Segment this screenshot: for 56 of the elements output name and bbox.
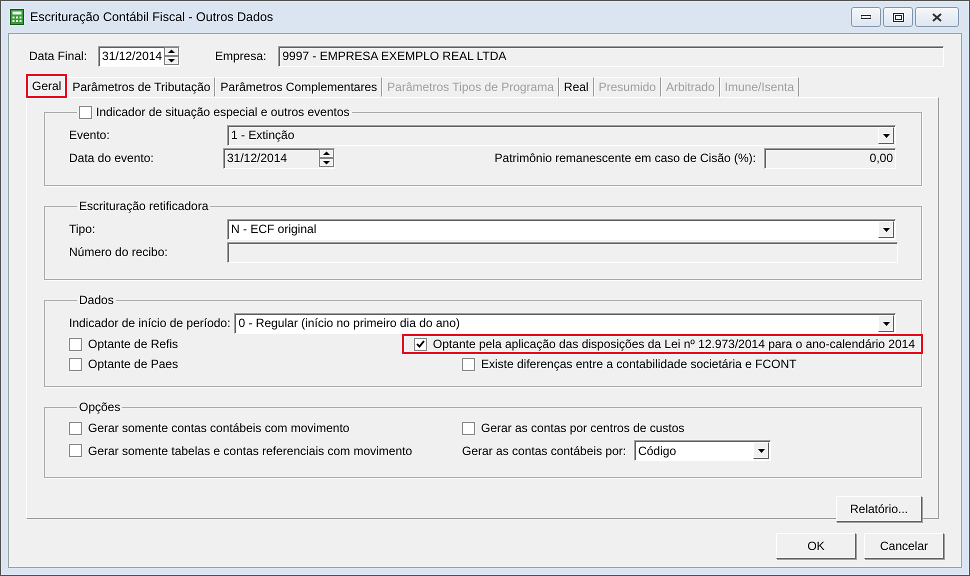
checkbox[interactable] — [69, 338, 82, 351]
dropdown-button[interactable] — [753, 442, 770, 460]
group-title: Indicador de situação especial e outros eventos — [96, 105, 350, 119]
group-title: Escrituração retificadora — [79, 199, 208, 213]
field-label: Empresa: — [214, 48, 266, 64]
group-title: Opções — [79, 400, 120, 414]
field-label: Indicador de início de período: — [69, 316, 230, 331]
ok-button[interactable]: OK — [776, 533, 856, 559]
spin-buttons[interactable] — [164, 46, 179, 66]
field-label: Gerar as contas contábeis por: — [462, 444, 626, 458]
field-label: Tipo: — [69, 222, 96, 237]
caret-icon — [882, 322, 890, 326]
field-label: Data Final: — [29, 48, 88, 64]
maximize-button[interactable] — [883, 7, 913, 27]
dropdown-field[interactable]: Código — [634, 440, 772, 462]
field-label: Data do evento: — [69, 151, 155, 166]
checkbox-label: Existe diferenças entre a contabilidade societária e FCONT — [481, 357, 796, 372]
tab[interactable]: Parâmetros de Tributação — [67, 77, 216, 97]
caret-icon — [882, 228, 890, 232]
maximize-icon — [892, 12, 904, 22]
field-label: Patrimônio remanescente em caso de Cisão (%): — [494, 151, 756, 166]
report-button[interactable]: Relatório... — [836, 496, 922, 522]
caret-icon — [758, 448, 765, 453]
dropdown-button[interactable] — [878, 221, 894, 238]
close-icon — [932, 12, 942, 22]
dropdown-field[interactable]: 0 - Regular (início no primeiro dia do ano) — [234, 313, 896, 334]
dropdown-field[interactable]: N - ECF original — [227, 219, 896, 240]
field-label: Evento: — [69, 128, 111, 143]
checkbox[interactable] — [69, 444, 82, 458]
tab[interactable]: Real — [558, 77, 594, 97]
checkbox-label: Gerar as contas por centros de custos — [481, 421, 684, 436]
group-title: Dados — [79, 293, 114, 307]
calculator-icon — [10, 9, 24, 25]
checkbox[interactable] — [69, 422, 82, 435]
minimize-button[interactable] — [851, 7, 881, 27]
checkbox-label: Optante de Paes — [88, 357, 178, 372]
checkbox-label: Gerar somente tabelas e contas referenciais com movimento — [88, 444, 412, 458]
checkbox-label: Gerar somente contas contábeis com movimento — [88, 421, 350, 436]
checkbox[interactable] — [69, 358, 82, 371]
checkbox[interactable] — [462, 422, 475, 435]
checkbox[interactable] — [79, 106, 92, 118]
dropdown-button[interactable] — [878, 315, 894, 332]
checkbox-label: Optante pela aplicação das disposições da Lei nº 12.973/2014 para o ano-calendário 2014 — [432, 337, 915, 352]
window-title: Escrituração Contábil Fiscal - Outros Dados — [30, 10, 274, 24]
date-spin-field[interactable]: 31/12/2014 — [98, 46, 180, 66]
caret-icon — [882, 134, 890, 138]
minimize-icon — [861, 15, 871, 19]
checkbox-label: Optante de Refis — [88, 337, 178, 352]
cancel-button[interactable]: Cancelar — [864, 533, 944, 559]
close-button[interactable] — [915, 7, 959, 27]
tab[interactable]: Geral — [26, 74, 68, 98]
checkbox[interactable] — [462, 358, 475, 371]
checkbox[interactable] — [414, 338, 427, 351]
field-label: Número do recibo: — [69, 245, 169, 260]
tab[interactable]: Parâmetros Complementares — [215, 77, 382, 97]
company-field: 9997 - EMPRESA EXEMPLO REAL LTDA — [278, 46, 944, 66]
